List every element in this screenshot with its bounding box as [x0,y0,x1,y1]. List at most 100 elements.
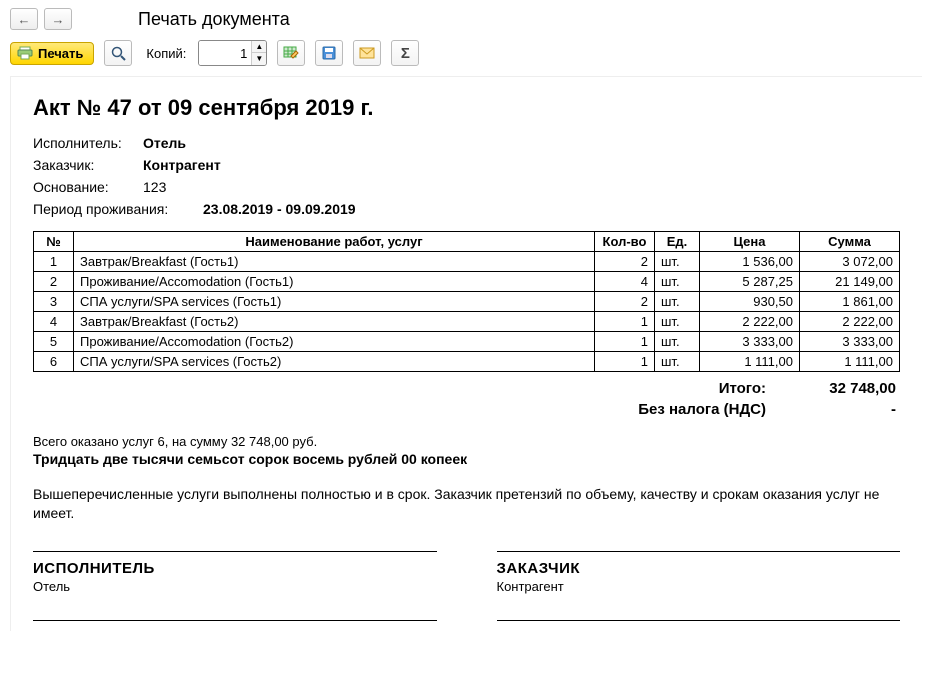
cell-qty: 2 [595,252,655,272]
cell-name: Завтрак/Breakfast (Гость1) [74,252,595,272]
executor-value: Отель [143,135,186,151]
cell-num: 2 [34,272,74,292]
document-title: Акт № 47 от 09 сентября 2019 г. [33,95,900,121]
meta-executor: Исполнитель: Отель [33,135,900,151]
save-button[interactable] [315,40,343,66]
topbar: ← → Печать документа [0,0,932,34]
printer-icon [17,46,33,60]
cell-num: 1 [34,252,74,272]
period-label: Период проживания: [33,201,203,217]
grid-pencil-icon [283,46,299,60]
table-header-row: № Наименование работ, услуг Кол-во Ед. Ц… [34,232,900,252]
cell-price: 1 536,00 [700,252,800,272]
print-button-label: Печать [38,46,83,61]
col-qty: Кол-во [595,232,655,252]
cell-unit: шт. [655,352,700,372]
meta-customer: Заказчик: Контрагент [33,157,900,173]
executor-sign-title: ИСПОЛНИТЕЛЬ [33,560,437,577]
cell-sum: 3 072,00 [800,252,900,272]
table-row: 3СПА услуги/SPA services (Гость1)2шт.930… [34,292,900,312]
sum-button[interactable]: Σ [391,40,419,66]
document-area: Акт № 47 от 09 сентября 2019 г. Исполнит… [10,76,922,631]
spin-up-button[interactable]: ▲ [252,41,266,53]
col-price: Цена [700,232,800,252]
sigma-icon: Σ [401,45,410,62]
copies-stepper[interactable]: ▲ ▼ [198,40,267,66]
meta-period: Период проживания: 23.08.2019 - 09.09.20… [33,201,900,217]
copies-label: Копий: [146,46,186,61]
col-sum: Сумма [800,232,900,252]
table-row: 4Завтрак/Breakfast (Гость2)1шт.2 222,002… [34,312,900,332]
back-button[interactable]: ← [10,8,38,30]
signature-executor: ИСПОЛНИТЕЛЬ Отель [33,551,437,621]
cell-name: Проживание/Accomodation (Гость2) [74,332,595,352]
cell-sum: 2 222,00 [800,312,900,332]
cell-price: 5 287,25 [700,272,800,292]
cell-name: Завтрак/Breakfast (Гость2) [74,312,595,332]
executor-label: Исполнитель: [33,135,143,151]
vat-value: - [796,401,896,418]
cell-num: 3 [34,292,74,312]
cell-unit: шт. [655,332,700,352]
arrow-left-icon: ← [18,12,31,27]
spin-down-button[interactable]: ▼ [252,53,266,65]
cell-sum: 1 861,00 [800,292,900,312]
total-value: 32 748,00 [796,380,896,397]
cell-sum: 21 149,00 [800,272,900,292]
copies-input[interactable] [199,41,251,65]
basis-value: 123 [143,179,166,195]
cell-qty: 4 [595,272,655,292]
table-row: 5Проживание/Accomodation (Гость2)1шт.3 3… [34,332,900,352]
arrow-right-icon: → [52,12,65,27]
col-unit: Ед. [655,232,700,252]
table-row: 1Завтрак/Breakfast (Гость1)2шт.1 536,003… [34,252,900,272]
cell-unit: шт. [655,292,700,312]
customer-label: Заказчик: [33,157,143,173]
cell-sum: 3 333,00 [800,332,900,352]
send-email-button[interactable] [353,40,381,66]
cell-name: СПА услуги/SPA services (Гость1) [74,292,595,312]
executor-sign-name: Отель [33,579,437,594]
table-row: 2Проживание/Accomodation (Гость1)4шт.5 2… [34,272,900,292]
cell-num: 4 [34,312,74,332]
cell-qty: 1 [595,312,655,332]
total-label: Итого: [586,380,766,397]
cell-price: 2 222,00 [700,312,800,332]
summary-line: Всего оказано услуг 6, на сумму 32 748,0… [33,434,900,449]
signatures: ИСПОЛНИТЕЛЬ Отель ЗАКАЗЧИК Контрагент [33,551,900,621]
meta-basis: Основание: 123 [33,179,900,195]
cell-price: 1 111,00 [700,352,800,372]
cell-price: 930,50 [700,292,800,312]
cell-qty: 1 [595,332,655,352]
cell-sum: 1 111,00 [800,352,900,372]
table-row: 6СПА услуги/SPA services (Гость2)1шт.1 1… [34,352,900,372]
disclaimer: Вышеперечисленные услуги выполнены полно… [33,485,900,523]
page-title: Печать документа [138,9,290,30]
vat-label: Без налога (НДС) [586,401,766,418]
period-value: 23.08.2019 - 09.09.2019 [203,201,356,217]
signature-customer: ЗАКАЗЧИК Контрагент [497,551,901,621]
print-button[interactable]: Печать [10,42,94,65]
edit-template-button[interactable] [277,40,305,66]
forward-button[interactable]: → [44,8,72,30]
cell-unit: шт. [655,272,700,292]
cell-name: Проживание/Accomodation (Гость1) [74,272,595,292]
cell-num: 6 [34,352,74,372]
customer-sign-name: Контрагент [497,579,901,594]
col-name: Наименование работ, услуг [74,232,595,252]
summary-words: Тридцать две тысячи семьсот сорок восемь… [33,451,900,467]
floppy-icon [322,46,336,60]
customer-value: Контрагент [143,157,221,173]
totals: Итого: 32 748,00 Без налога (НДС) - [33,378,900,420]
col-num: № [34,232,74,252]
services-table: № Наименование работ, услуг Кол-во Ед. Ц… [33,231,900,372]
customer-sign-title: ЗАКАЗЧИК [497,560,901,577]
cell-price: 3 333,00 [700,332,800,352]
cell-unit: шт. [655,252,700,272]
cell-qty: 2 [595,292,655,312]
toolbar: Печать Копий: ▲ ▼ Σ [0,34,932,76]
preview-button[interactable] [104,40,132,66]
cell-unit: шт. [655,312,700,332]
magnifier-icon [111,46,126,61]
cell-name: СПА услуги/SPA services (Гость2) [74,352,595,372]
